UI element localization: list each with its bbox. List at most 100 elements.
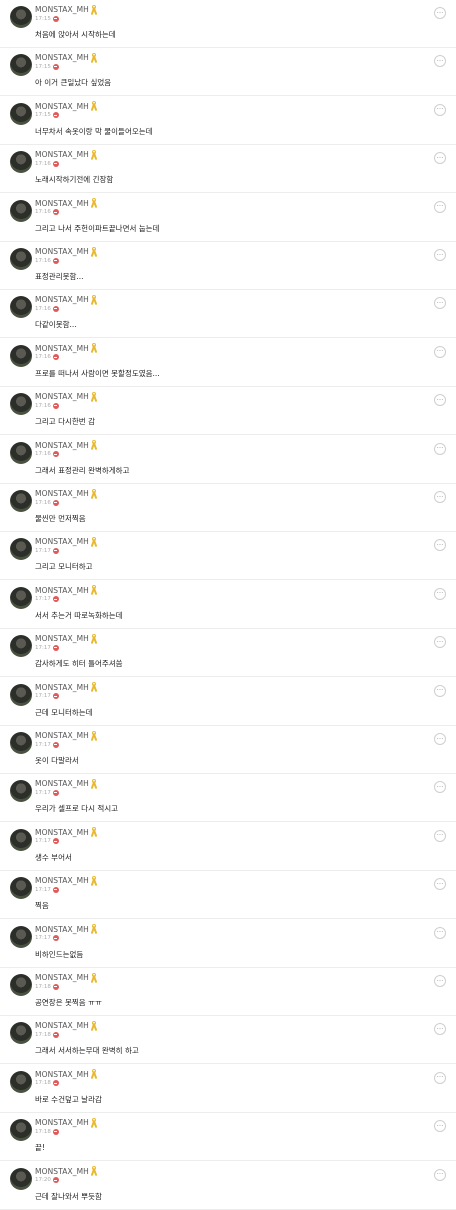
avatar[interactable] bbox=[10, 151, 32, 174]
avatar[interactable] bbox=[10, 877, 32, 900]
username[interactable]: MONSTAX_MH bbox=[35, 247, 89, 256]
username[interactable]: MONSTAX_MH bbox=[35, 683, 89, 692]
username[interactable]: MONSTAX_MH bbox=[35, 344, 89, 353]
more-options-button[interactable]: ··· bbox=[434, 975, 446, 987]
username[interactable]: MONSTAX_MH bbox=[35, 537, 89, 546]
username[interactable]: MONSTAX_MH bbox=[35, 779, 89, 788]
avatar[interactable] bbox=[10, 586, 32, 609]
username[interactable]: MONSTAX_MH bbox=[35, 828, 89, 837]
username[interactable]: MONSTAX_MH bbox=[35, 5, 89, 14]
more-options-icon: ··· bbox=[436, 1073, 444, 1082]
more-options-button[interactable]: ··· bbox=[434, 103, 446, 116]
username[interactable]: MONSTAX_MH bbox=[35, 199, 89, 208]
avatar[interactable] bbox=[10, 54, 32, 77]
red-badge-icon bbox=[52, 741, 59, 748]
list-item: MONSTAX_MH 17:17 생수 부어서 ··· bbox=[0, 823, 456, 871]
username[interactable]: MONSTAX_MH bbox=[35, 489, 89, 498]
username[interactable]: MONSTAX_MH bbox=[35, 392, 89, 401]
more-options-button[interactable]: ··· bbox=[434, 345, 446, 358]
more-options-button[interactable]: ··· bbox=[434, 200, 446, 213]
username[interactable]: MONSTAX_MH bbox=[35, 53, 89, 62]
message-text: 비하인드는없듬 bbox=[35, 949, 84, 959]
avatar[interactable] bbox=[10, 732, 32, 754]
more-options-button[interactable]: ··· bbox=[434, 249, 446, 261]
username[interactable]: MONSTAX_MH bbox=[35, 1167, 89, 1176]
username[interactable]: MONSTAX_MH bbox=[35, 1021, 89, 1030]
username[interactable]: MONSTAX_MH bbox=[35, 441, 89, 450]
meta-row: 17:16 bbox=[35, 353, 59, 362]
avatar[interactable] bbox=[10, 344, 32, 367]
username[interactable]: MONSTAX_MH bbox=[35, 876, 89, 885]
meta-row: 17:16 bbox=[35, 304, 59, 313]
more-options-button[interactable]: ··· bbox=[434, 1071, 446, 1084]
meta-row: 17:16 bbox=[35, 208, 59, 217]
username[interactable]: MONSTAX_MH bbox=[35, 973, 89, 982]
timestamp: 17:16 bbox=[35, 499, 51, 506]
more-options-button[interactable]: ··· bbox=[434, 1023, 446, 1036]
avatar[interactable] bbox=[10, 102, 32, 125]
more-options-button[interactable]: ··· bbox=[434, 587, 446, 600]
avatar[interactable] bbox=[10, 248, 32, 270]
more-options-button[interactable]: ··· bbox=[434, 1120, 446, 1133]
avatar[interactable] bbox=[10, 828, 32, 851]
username[interactable]: MONSTAX_MH bbox=[35, 102, 89, 111]
avatar[interactable] bbox=[10, 974, 32, 996]
username[interactable]: MONSTAX_MH bbox=[35, 1118, 89, 1127]
meta-row: 17:16 bbox=[35, 450, 59, 459]
more-options-button[interactable]: ··· bbox=[434, 684, 446, 697]
red-badge-icon bbox=[52, 499, 59, 506]
more-options-button[interactable]: ··· bbox=[434, 878, 446, 891]
list-item: MONSTAX_MH 17:16 물씬만 먼저찍음 ··· bbox=[0, 484, 456, 532]
list-item: MONSTAX_MH 17:17 감사하게도 히터 틀어주셔씀 ··· bbox=[0, 629, 456, 678]
yellow-ribbon-icon bbox=[91, 488, 97, 499]
more-options-button[interactable]: ··· bbox=[434, 539, 446, 552]
username[interactable]: MONSTAX_MH bbox=[35, 634, 89, 643]
list-item: MONSTAX_MH 17:17 비하인드는없듬 ··· bbox=[0, 920, 456, 968]
more-options-button[interactable]: ··· bbox=[434, 442, 446, 455]
message-text: 생수 부어서 bbox=[35, 852, 72, 862]
more-options-button[interactable]: ··· bbox=[434, 152, 446, 165]
avatar[interactable] bbox=[10, 683, 32, 706]
avatar[interactable] bbox=[10, 1167, 32, 1190]
avatar[interactable] bbox=[10, 538, 32, 561]
avatar[interactable] bbox=[10, 6, 32, 28]
avatar[interactable] bbox=[10, 925, 32, 948]
username[interactable]: MONSTAX_MH bbox=[35, 150, 89, 159]
more-options-button[interactable]: ··· bbox=[434, 926, 446, 939]
avatar[interactable] bbox=[10, 1070, 32, 1093]
avatar[interactable] bbox=[10, 1119, 32, 1142]
more-options-button[interactable]: ··· bbox=[434, 1168, 446, 1181]
more-options-button[interactable]: ··· bbox=[434, 733, 446, 745]
avatar[interactable] bbox=[10, 780, 32, 803]
username[interactable]: MONSTAX_MH bbox=[35, 1070, 89, 1079]
avatar[interactable] bbox=[10, 635, 32, 658]
avatar[interactable] bbox=[10, 393, 32, 416]
more-options-icon: ··· bbox=[436, 734, 444, 743]
timestamp: 17:15 bbox=[35, 15, 51, 22]
avatar[interactable] bbox=[10, 199, 32, 222]
avatar[interactable] bbox=[10, 296, 32, 319]
more-options-icon: ··· bbox=[436, 589, 444, 598]
more-options-button[interactable]: ··· bbox=[434, 55, 446, 68]
username[interactable]: MONSTAX_MH bbox=[35, 295, 89, 304]
more-options-button[interactable]: ··· bbox=[434, 491, 446, 503]
avatar[interactable] bbox=[10, 1022, 32, 1045]
timestamp: 17:16 bbox=[35, 160, 51, 167]
timestamp: 17:16 bbox=[35, 354, 51, 361]
more-options-button[interactable]: ··· bbox=[434, 636, 446, 649]
avatar[interactable] bbox=[10, 490, 32, 512]
username[interactable]: MONSTAX_MH bbox=[35, 731, 89, 740]
list-item: MONSTAX_MH 17:16 다같이못함... ··· bbox=[0, 290, 456, 339]
more-options-button[interactable]: ··· bbox=[434, 394, 446, 407]
list-item: MONSTAX_MH 17:18 바로 수건덮고 날라감 ··· bbox=[0, 1065, 456, 1113]
more-options-button[interactable]: ··· bbox=[434, 297, 446, 310]
red-badge-icon bbox=[52, 112, 59, 119]
timestamp: 17:17 bbox=[35, 789, 51, 796]
username[interactable]: MONSTAX_MH bbox=[35, 586, 89, 595]
message-text: 그래서 표정관리 완벽하게하고 bbox=[35, 465, 130, 475]
avatar[interactable] bbox=[10, 441, 32, 464]
more-options-button[interactable]: ··· bbox=[434, 7, 446, 19]
more-options-button[interactable]: ··· bbox=[434, 781, 446, 794]
username[interactable]: MONSTAX_MH bbox=[35, 925, 89, 934]
more-options-button[interactable]: ··· bbox=[434, 829, 446, 842]
